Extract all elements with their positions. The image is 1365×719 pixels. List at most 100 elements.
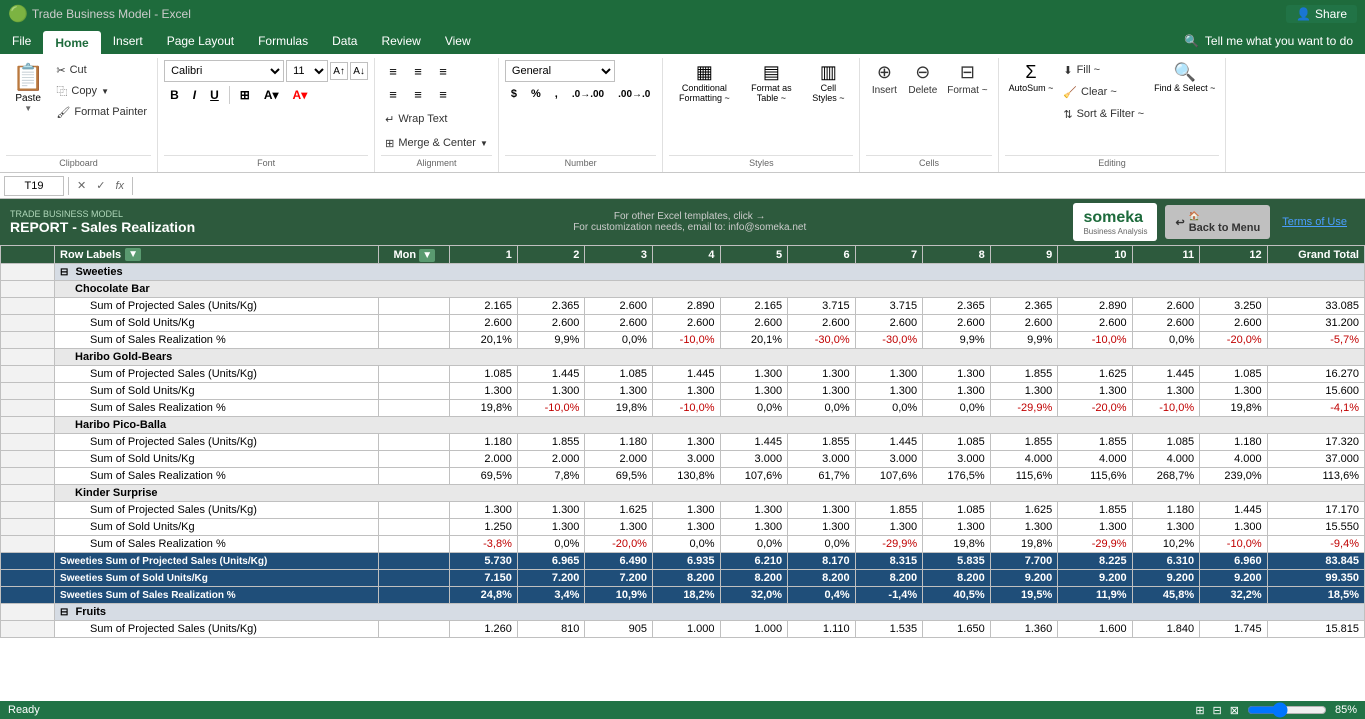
paste-button[interactable]: 📋 Paste ▼ [6,60,50,115]
list-item: Sum of Sold Units/Kg 1.300 1.300 1.300 1… [1,383,1365,400]
normal-view-button[interactable]: ⊞ [1195,704,1204,717]
format-as-table-button[interactable]: ▤ Format as Table ~ [741,60,801,105]
clear-button[interactable]: 🧹 Clear ~ [1059,82,1148,102]
clear-icon: 🧹 [1063,86,1077,99]
list-item: Sweeties Sum of Sold Units/Kg 7.150 7.20… [1,570,1365,587]
conditional-formatting-button[interactable]: ▦ Conditional Formatting ~ [669,60,739,105]
formula-bar-divider [68,177,69,195]
list-item: Sum of Sold Units/Kg 2.600 2.600 2.600 2… [1,315,1365,332]
font-name-select[interactable]: Calibri [164,60,284,82]
menu-view[interactable]: View [433,28,483,54]
list-item: Sum of Projected Sales (Units/Kg) 2.165 … [1,298,1365,315]
wrap-text-button[interactable]: ↵ Wrap Text [381,109,451,129]
menu-page-layout[interactable]: Page Layout [155,28,246,54]
cell-styles-icon: ▥ [820,62,837,83]
format-icon: ⊟ [960,62,975,83]
back-to-menu-button[interactable]: ↩ 🏠 Back to Menu [1165,205,1270,239]
menu-formulas[interactable]: Formulas [246,28,320,54]
wrap-text-icon: ↵ [385,113,394,126]
number-format-select[interactable]: General [505,60,615,82]
format-painter-icon: 🖌 [56,106,70,119]
col-header-4: 4 [652,246,720,264]
list-item: Sum of Sold Units/Kg 1.250 1.300 1.300 1… [1,519,1365,536]
app-icon: 🟢 [8,4,28,24]
share-icon: 👤 [1296,7,1311,21]
menu-search[interactable]: 🔍 Tell me what you want to do [1172,28,1365,54]
currency-button[interactable]: $ [505,86,523,102]
copy-button[interactable]: ⿻ Copy ▼ [52,81,151,101]
increase-decimal-button[interactable]: .0→.00 [566,86,610,102]
list-item: Sum of Sales Realization % 19,8% -10,0% … [1,400,1365,417]
format-button[interactable]: ⊟ Format ~ [943,60,991,98]
cut-icon: ✂ [56,64,65,77]
font-color-button[interactable]: A▾ [287,86,314,104]
spreadsheet-container[interactable]: Row Labels ▼ Mon ▼ 1 2 3 4 5 6 7 8 9 10 … [0,245,1365,701]
delete-button[interactable]: ⊖ Delete [904,60,941,98]
col-header-10: 10 [1058,246,1132,264]
fill-icon: ⬇ [1063,64,1072,77]
find-icon: 🔍 [1174,62,1196,83]
align-center-button[interactable]: ≡ [406,83,430,105]
editing-group: Σ AutoSum ~ ⬇ Fill ~ 🧹 Clear ~ ⇅ Sort & … [999,58,1227,172]
header-area: TRADE BUSINESS MODEL REPORT - Sales Real… [0,199,1365,245]
title-bar-left: 🟢 Trade Business Model - Excel [8,4,191,24]
align-right-button[interactable]: ≡ [431,83,455,105]
fill-color-button[interactable]: A▾ [258,86,285,104]
cut-button[interactable]: ✂ Cut [52,60,151,80]
ribbon: 📋 Paste ▼ ✂ Cut ⿻ Copy ▼ 🖌 Format Painte… [0,54,1365,173]
list-item: ⊟ Fruits [1,604,1365,621]
italic-button[interactable]: I [187,86,202,104]
comma-button[interactable]: , [549,86,564,102]
list-item: Sum of Projected Sales (Units/Kg) 1.300 … [1,502,1365,519]
align-top-right-button[interactable]: ≡ [431,60,455,82]
align-middle-left-button[interactable]: ≡ [381,83,405,105]
header-left: TRADE BUSINESS MODEL REPORT - Sales Real… [10,199,310,245]
page-break-preview-button[interactable]: ⊠ [1230,704,1239,717]
confirm-formula-button[interactable]: ✓ [92,177,109,194]
menu-file[interactable]: File [0,28,43,54]
menu-home[interactable]: Home [43,31,100,54]
cell-reference-input[interactable]: T19 [4,176,64,196]
autosum-button[interactable]: Σ AutoSum ~ [1005,60,1058,95]
align-top-center-button[interactable]: ≡ [406,60,430,82]
status-ready: Ready [8,704,40,716]
insert-function-button[interactable]: fx [111,178,128,194]
formula-input[interactable] [137,180,1361,192]
col-header-1: 1 [450,246,518,264]
menu-insert[interactable]: Insert [101,28,155,54]
list-item: ⊟ Sweeties [1,264,1365,281]
page-layout-button[interactable]: ⊟ [1213,704,1222,717]
list-item: Sum of Sales Realization % 20,1% 9,9% 0,… [1,332,1365,349]
font-size-select[interactable]: 11 [286,60,328,82]
sort-filter-button[interactable]: ⇅ Sort & Filter ~ [1059,104,1148,124]
list-item: Sweeties Sum of Projected Sales (Units/K… [1,553,1365,570]
font-decrease-button[interactable]: A↓ [350,62,368,80]
fill-button[interactable]: ⬇ Fill ~ [1059,60,1148,80]
find-select-button[interactable]: 🔍 Find & Select ~ [1150,60,1219,95]
terms-of-use-link[interactable]: Terms of Use [1274,199,1355,245]
header-subtitle: TRADE BUSINESS MODEL [10,209,310,219]
menu-review[interactable]: Review [369,28,432,54]
share-button[interactable]: 👤 Share [1286,5,1357,23]
zoom-level: 85% [1335,704,1357,716]
underline-button[interactable]: U [204,86,225,104]
menu-bar: File Home Insert Page Layout Formulas Da… [0,28,1365,54]
menu-data[interactable]: Data [320,28,369,54]
cancel-formula-button[interactable]: ✕ [73,177,90,194]
border-button[interactable]: ⊞ [234,86,256,104]
cell-styles-button[interactable]: ▥ Cell Styles ~ [803,60,853,105]
formula-bar-divider2 [132,177,133,195]
list-item: Sum of Sold Units/Kg 2.000 2.000 2.000 3… [1,451,1365,468]
align-top-left-button[interactable]: ≡ [381,60,405,82]
percent-button[interactable]: % [525,86,547,102]
alignment-group: ≡ ≡ ≡ ≡ ≡ ≡ ↵ Wrap Text ⊞ Merge & Center… [375,58,499,172]
format-painter-button[interactable]: 🖌 Format Painter [52,102,151,122]
bold-button[interactable]: B [164,86,185,104]
zoom-slider[interactable] [1247,704,1327,716]
insert-button[interactable]: ⊕ Insert [866,60,902,98]
back-icon: ↩ [1175,216,1184,229]
merge-center-button[interactable]: ⊞ Merge & Center ▼ [381,133,492,153]
formula-bar: T19 ✕ ✓ fx [0,173,1365,199]
font-increase-button[interactable]: A↑ [330,62,348,80]
decrease-decimal-button[interactable]: .00→.0 [612,86,656,102]
